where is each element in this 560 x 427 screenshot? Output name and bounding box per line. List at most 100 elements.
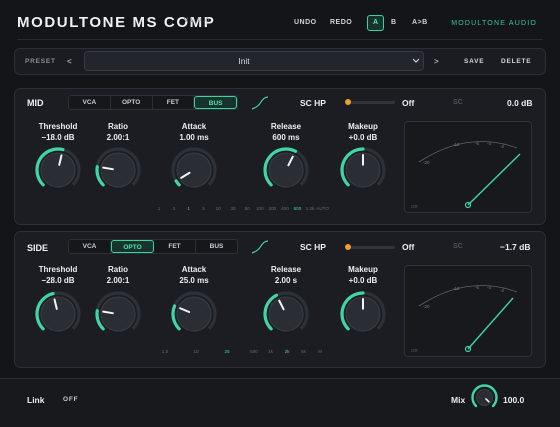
mid-attack-knob[interactable] [169,145,219,200]
side-sc-hp-label: SC HP [300,242,326,252]
state-a-button[interactable]: A [367,15,384,31]
side-meter-gr-label: GR [411,348,419,353]
tick-label[interactable]: 50 [241,206,254,211]
mid-ratio-knob[interactable] [93,145,143,200]
mid-mode-selector: VCA OPTO FET BUS [68,95,238,110]
side-mode-vca[interactable]: VCA [69,240,111,253]
tick-label[interactable]: 1.5 [158,349,172,354]
side-makeup-knob[interactable] [338,289,388,344]
side-gr-readout: −1.7 dB [500,242,531,252]
side-sc-toggle[interactable]: SC [453,243,463,250]
side-release-label: Release [270,265,302,274]
header-divider [17,39,543,40]
mid-release-knob[interactable] [261,145,311,200]
mid-makeup-knob[interactable] [338,145,388,200]
tick-label[interactable]: AUTO [316,206,329,211]
side-sc-hp-slider[interactable] [347,246,395,249]
knob-body [176,152,212,188]
side-sc-hp-handle[interactable] [345,244,351,250]
side-attack-knob[interactable] [169,289,219,344]
mid-mode-fet[interactable]: FET [153,96,195,109]
tick-label[interactable]: 3 [196,206,210,211]
side-mode-bus[interactable]: BUS [196,240,237,253]
mid-release-label: Release [270,122,302,131]
tick-label[interactable]: 25 [220,349,234,354]
preset-prev-button[interactable]: < [67,57,72,66]
side-makeup-value: +0.0 dB [348,276,378,285]
side-section-title: SIDE [27,243,49,253]
mid-mode-opto[interactable]: OPTO [111,96,153,109]
side-meter-tick: -12 [453,286,460,291]
tick-label[interactable]: 200 [266,206,279,211]
mid-meter-face: -20 -12 -6 -4 -2 GR [411,141,521,209]
side-mode-fet[interactable]: FET [154,240,196,253]
side-meter-tick: -2 [500,288,504,293]
knob-body [476,389,493,406]
link-label: Link [27,395,45,405]
tick-label[interactable]: 500 [247,349,261,354]
mid-mode-vca[interactable]: VCA [69,96,111,109]
mid-attack-ticks: 1 3 1 3 10 30 [152,206,240,211]
side-ratio-value: 2.00:1 [106,276,130,285]
side-mode-opto[interactable]: OPTO [111,240,154,253]
tick-label[interactable]: 100 [254,206,267,211]
tick-label[interactable]: 10 [211,206,225,211]
mid-meter-gr-label: GR [411,204,419,209]
preset-save-button[interactable]: SAVE [464,58,484,65]
mid-knee-curve-icon [251,96,269,110]
tick-label[interactable]: 2k [280,349,294,354]
side-makeup-label: Makeup [348,265,378,274]
mid-meter-tick: -4 [487,141,491,146]
chevron-down-icon [412,58,420,63]
tick-label[interactable]: 3 [167,206,181,211]
side-meter-face: -20 -12 -6 -4 -2 GR [411,285,518,353]
mid-makeup-label: Makeup [348,122,378,131]
mid-ratio-value: 2.00:1 [106,133,130,142]
mid-threshold-knob[interactable] [33,145,83,200]
brand-label: MODULTONE AUDIO [451,20,537,27]
side-ratio-knob[interactable] [93,289,143,344]
mid-ratio-label: Ratio [108,122,128,131]
mid-attack-value: 1.00 ms [179,133,209,142]
tick-label[interactable]: 1 [182,206,196,211]
mid-sc-hp-handle[interactable] [345,99,351,105]
side-meter-tick: -20 [423,304,430,309]
mid-mode-bus[interactable]: BUS [194,96,237,109]
mix-knob[interactable] [470,383,499,417]
tick-label[interactable]: 1 [152,206,166,211]
mid-gr-meter: -20 -12 -6 -4 -2 GR [404,121,532,213]
tick-label[interactable]: 600 [291,206,304,211]
preset-delete-button[interactable]: DELETE [501,58,531,65]
mid-sc-hp-slider[interactable] [347,101,395,104]
side-release-value: 2.00 s [274,276,298,285]
preset-next-button[interactable]: > [434,57,439,66]
mid-section-title: MID [27,98,44,108]
tick-label[interactable]: 1k [264,349,278,354]
redo-button[interactable]: REDO [330,19,352,26]
tick-label[interactable]: 5s [297,349,311,354]
mid-sc-hp-label: SC HP [300,98,326,108]
mid-gr-readout: 0.0 dB [507,98,533,108]
side-release-knob[interactable] [261,289,311,344]
side-ratio-label: Ratio [108,265,128,274]
tick-label[interactable]: 1.2k [304,206,317,211]
mix-value: 100.0 [503,395,525,405]
link-toggle[interactable]: OFF [63,396,78,403]
mid-release-ticks: 50 100 200 400 600 1.2k AUTO [241,206,329,211]
mid-sc-toggle[interactable]: SC [453,99,463,106]
tick-label[interactable]: M [313,349,327,354]
mix-label: Mix [451,395,466,405]
side-meter-needle [467,297,514,350]
undo-button[interactable]: UNDO [294,19,317,26]
copy-a-to-b-button[interactable]: A>B [412,19,428,26]
tick-label[interactable]: 30 [226,206,240,211]
tick-label[interactable]: 400 [279,206,292,211]
tick-label[interactable]: 10 [189,349,203,354]
mid-sc-hp-value: Off [402,98,415,108]
state-b-button[interactable]: B [391,19,397,26]
side-meter-tick: -4 [487,285,491,290]
mid-meter-tick: -20 [423,160,430,165]
side-attack-label: Attack [181,265,207,274]
side-threshold-knob[interactable] [33,289,83,344]
knob-body [176,296,212,332]
